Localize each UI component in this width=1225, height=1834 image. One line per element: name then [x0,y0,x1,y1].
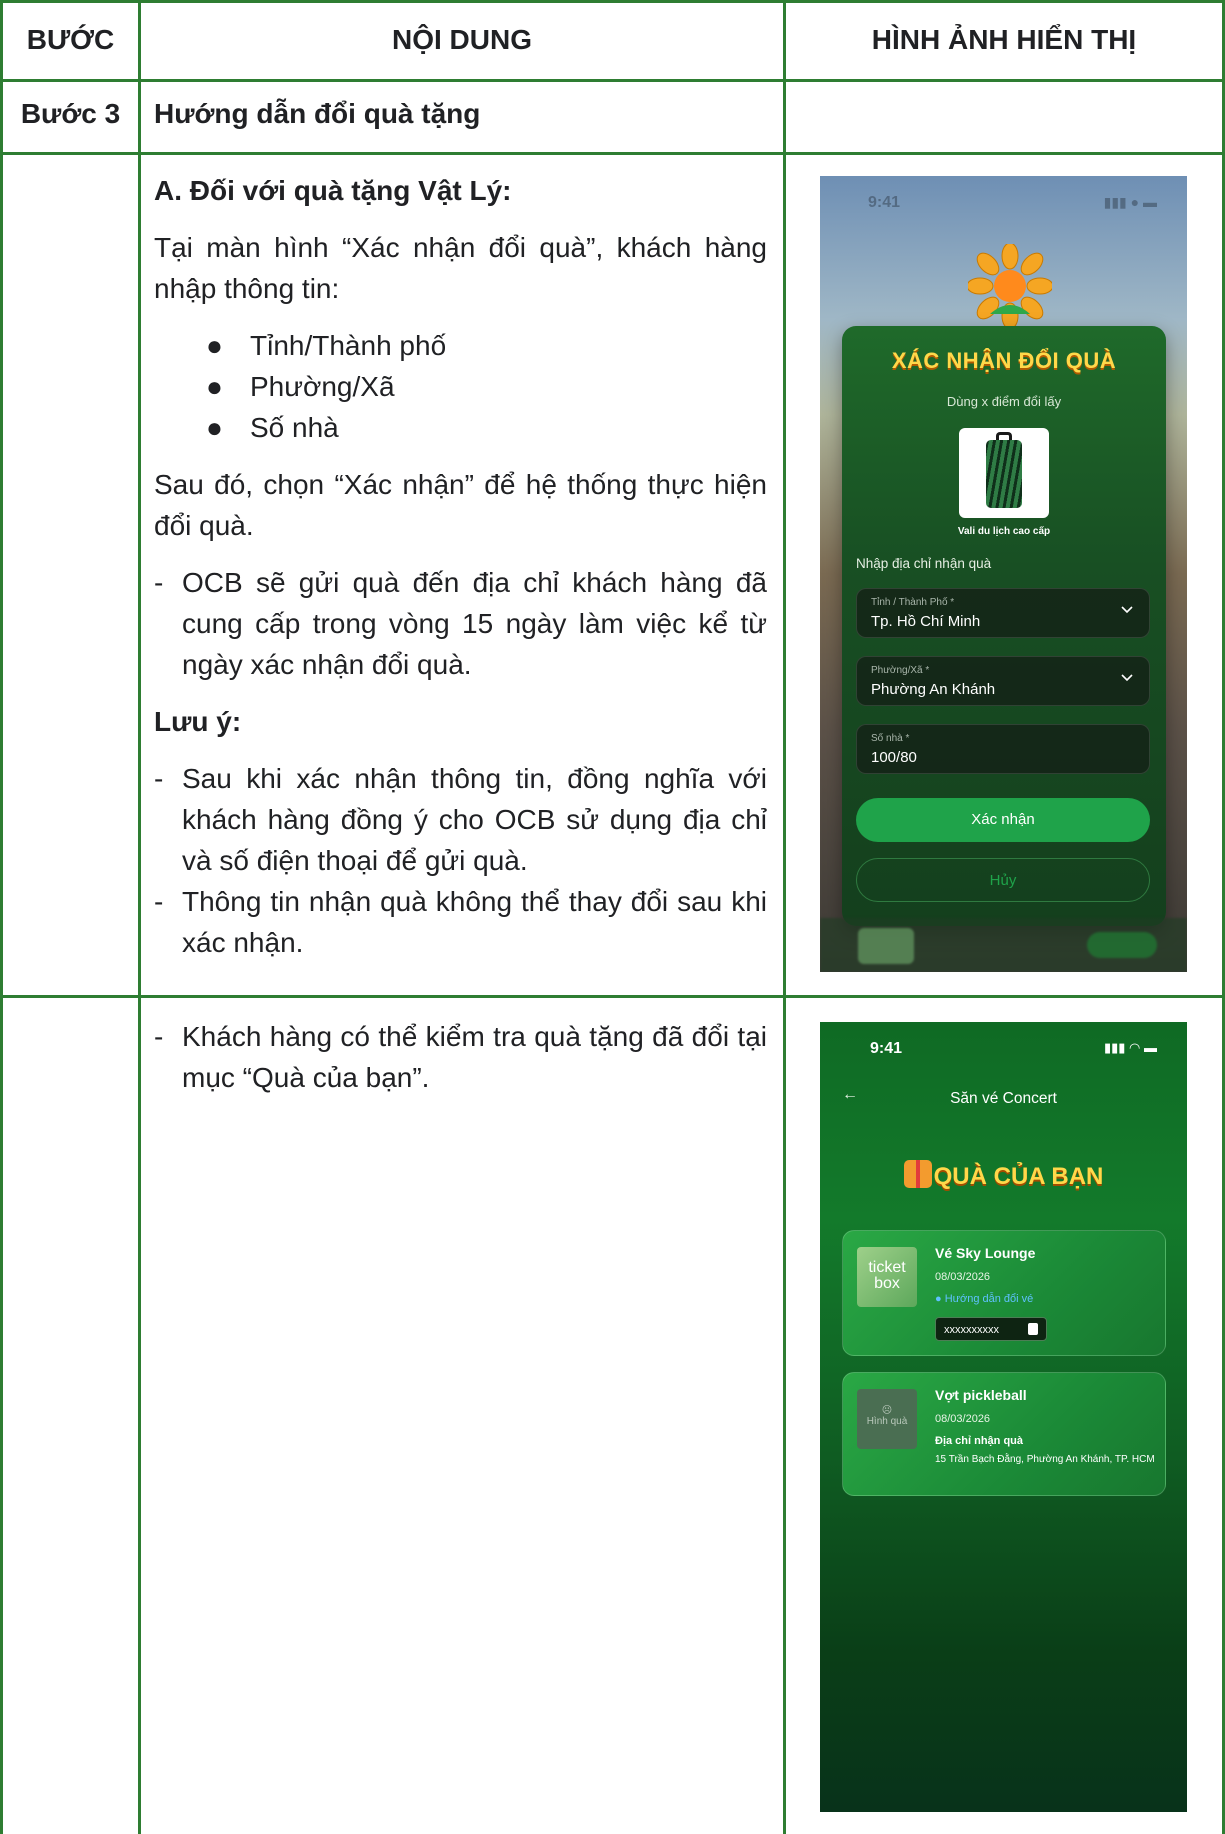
list-item: ● Số nhà [154,407,767,448]
gifts-hero: QUÀ CỦA BẠN [820,1160,1187,1191]
note-heading: Lưu ý: [154,706,242,737]
note-item: - Thông tin nhận quà không thể thay đổi s… [154,886,767,958]
header-display: HÌNH ẢNH HIỂN THỊ [871,24,1137,55]
gift-card-date: 08/03/2026 [935,1413,991,1425]
gift-card-name: Vé Sky Lounge [935,1245,1036,1261]
address-label: Nhập địa chỉ nhận quà [856,556,992,571]
delivery-note: - OCB sẽ gửi quà đến địa chỉ khách hàng đ… [154,567,767,680]
gift-card-name: Vợt pickleball [935,1387,1027,1403]
instruction-table: BƯỚC NỘI DUNG HÌNH ẢNH HIỂN THỊ Bước 3 H… [0,0,1225,1834]
sunflower-icon [968,244,1052,328]
list-item: ● Phường/Xã [154,366,767,407]
section-a-intro: Tại màn hình “Xác nhận đổi quà”, khách h… [154,232,767,304]
blurred-background-bar [820,918,1187,972]
table-border-top [0,0,1225,3]
bullet-dot: ● [206,412,223,443]
status-icons: ▮▮▮ ● ▬ [1103,194,1157,210]
house-number-value: 100/80 [871,749,917,766]
table-divider-col1 [138,0,141,1834]
confirm-redeem-screenshot: 9:41 ▮▮▮ ● ▬ XÁC NHẬN ĐỔI QUÀ Dùng x điể… [820,176,1187,972]
header-step: BƯỚC [26,24,115,55]
house-number-label: Số nhà * [871,733,910,744]
status-time: 9:41 [870,1040,903,1057]
section-a-content: A. Đối với quà tặng Vật Lý: Tại màn hình… [154,170,767,963]
redeem-guide-link[interactable]: ● Hướng dẫn đổi vé [935,1293,1033,1305]
cancel-button[interactable]: Hủy [856,858,1150,902]
table-divider-col2 [783,0,786,1834]
check-gifts-instruction: - Khách hàng có thể kiểm tra quà tặng đã … [154,1021,767,1093]
status-icons: ▮▮▮ ◠ ▬ [1103,1040,1157,1055]
list-item: ● Tỉnh/Thành phố [154,325,767,366]
chevron-down-icon [1121,674,1133,682]
table-divider-row1 [0,79,1225,82]
confirm-instruction: Sau đó, chọn “Xác nhận” để hệ thống thực… [154,469,767,541]
dialog-title: XÁC NHẬN ĐỔI QUÀ [891,348,1117,373]
confirm-redeem-dialog: XÁC NHẬN ĐỔI QUÀ Dùng x điểm đổi lấy Val… [842,326,1166,926]
bullet-dot: ● [206,371,223,402]
ward-label: Phường/Xã * [871,665,930,676]
ticket-code[interactable]: xxxxxxxxxx [935,1317,1047,1341]
address-field-list: ● Tỉnh/Thành phố ● Phường/Xã ● Số nhà [154,325,767,448]
table-border-left [0,0,3,1834]
gift-name: Vali du lịch cao cấp [957,526,1051,537]
copy-icon[interactable] [1028,1323,1038,1335]
section-a-heading: A. Đối với quà tặng Vật Lý: [154,175,512,206]
step-label: Bước 3 [20,98,121,129]
confirm-button[interactable]: Xác nhận [856,798,1150,842]
gift-box-icon [903,1160,932,1188]
gift-card[interactable]: ☹ Hình quà Vợt pickleball 08/03/2026 Địa … [842,1372,1166,1496]
your-gifts-screenshot: 9:41 ▮▮▮ ◠ ▬ ← Săn vé Concert QUÀ CỦA BẠ… [820,1022,1187,1812]
header-content: NỘI DUNG [392,24,532,55]
province-value: Tp. Hồ Chí Minh [871,613,981,630]
ward-select[interactable]: Phường/Xã * Phường An Khánh [856,656,1150,706]
ticketbox-logo: ticket box [857,1247,917,1307]
chevron-down-icon [1121,606,1133,614]
bullet-dot: ● [206,330,223,361]
table-divider-row2 [0,152,1225,155]
note-item: - Sau khi xác nhận thông tin, đồng nghĩa … [154,763,767,876]
dialog-subtitle: Dùng x điểm đổi lấy [946,394,1062,409]
table-divider-row3 [0,995,1225,998]
gift-image [959,428,1049,518]
info-icon: ● [935,1293,945,1305]
step-title: Hướng dẫn đổi quà tặng [154,98,481,129]
screen-title: Săn vé Concert [950,1090,1057,1107]
delivery-address: 15 Trần Bạch Đằng, Phường An Khánh, TP. … [935,1454,1155,1465]
status-time: 9:41 [868,194,901,211]
gift-image-placeholder: ☹ Hình quà [857,1389,917,1449]
house-number-input[interactable]: Số nhà * 100/80 [856,724,1150,774]
delivery-address-label: Địa chỉ nhận quà [935,1435,1024,1447]
gift-card-date: 08/03/2026 [935,1271,991,1283]
ward-value: Phường An Khánh [871,681,996,698]
gift-card[interactable]: ticket box Vé Sky Lounge 08/03/2026 ● Hư… [842,1230,1166,1356]
province-select[interactable]: Tỉnh / Thành Phố * Tp. Hồ Chí Minh [856,588,1150,638]
province-label: Tỉnh / Thành Phố * [871,597,955,608]
suitcase-icon [986,440,1022,508]
